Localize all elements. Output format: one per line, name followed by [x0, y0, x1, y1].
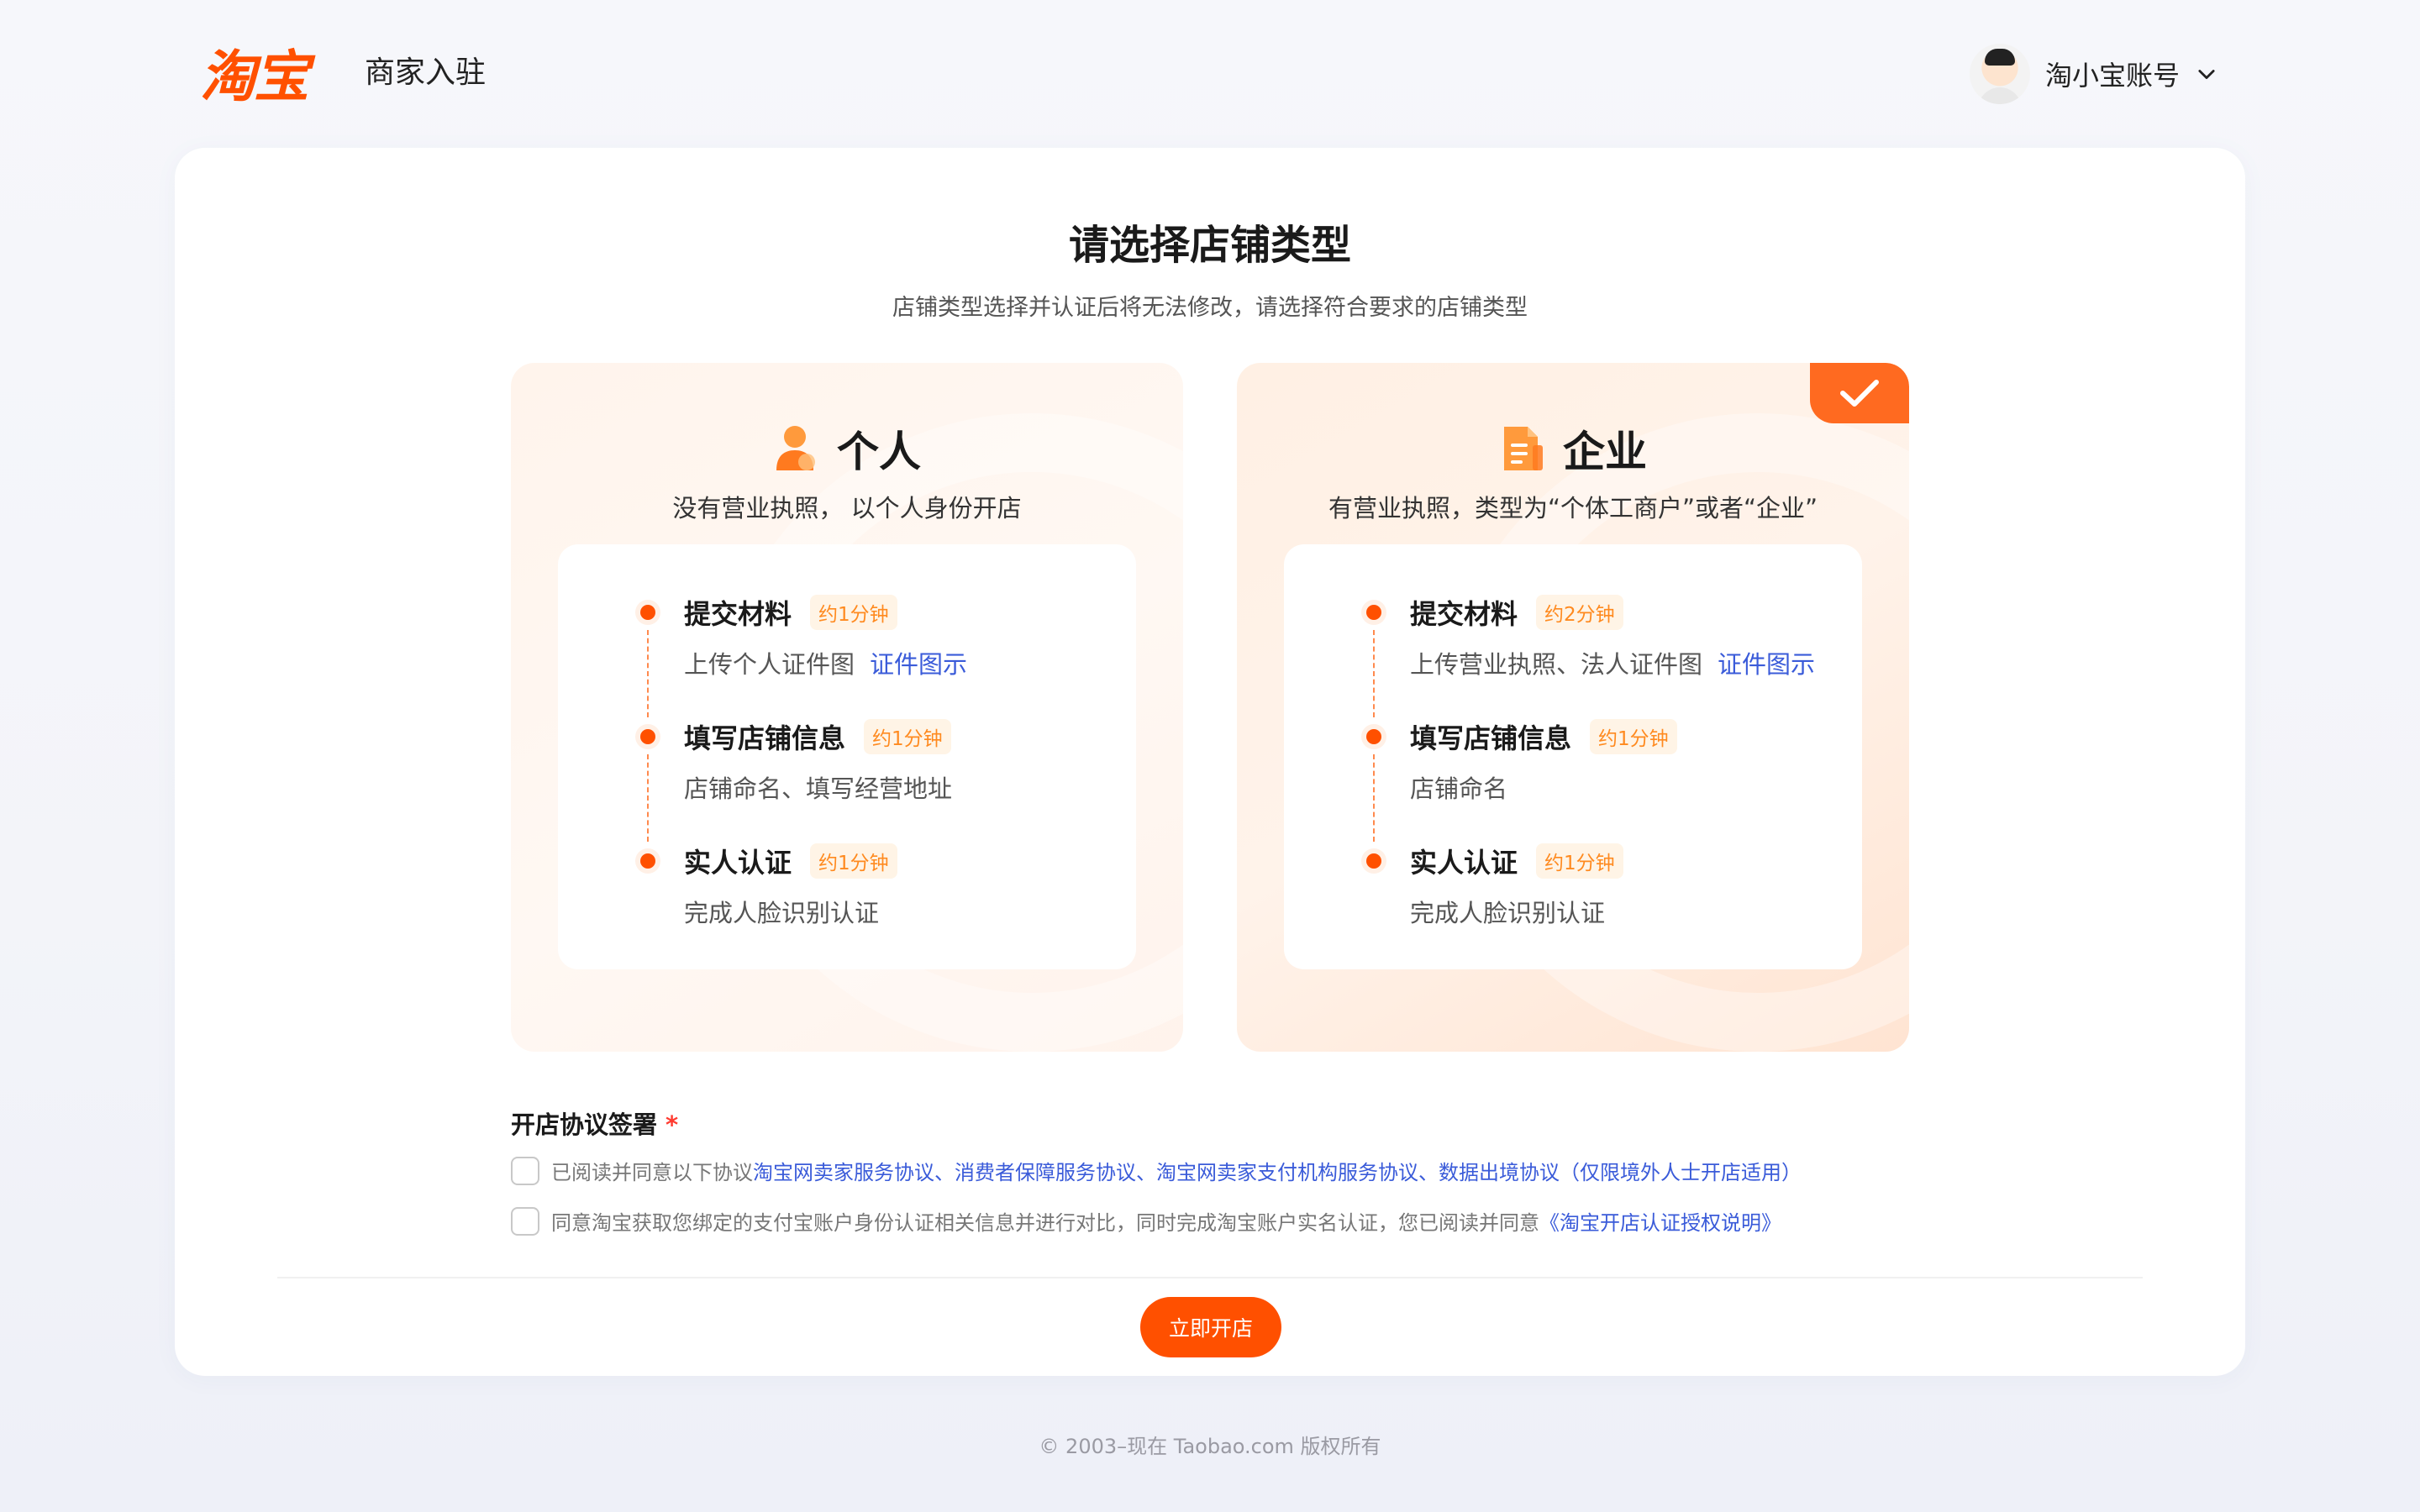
type-description: 没有营业执照， 以个人身份开店 — [672, 494, 1022, 522]
agreement-title-text: 开店协议签署 — [511, 1110, 658, 1139]
account-name: 淘小宝账号 — [2044, 60, 2180, 92]
store-type-enterprise-card[interactable]: 企业 有营业执照，类型为“个体工商户”或者“企业” 提交材料 约2分钟 上传营业… — [1237, 363, 1909, 1052]
step-dot — [640, 605, 655, 620]
document-icon — [1504, 427, 1543, 470]
authorization-link[interactable]: 《淘宝开店认证授权说明》 — [1539, 1211, 1781, 1235]
step-description: 完成人脸识别认证 — [1410, 899, 1606, 927]
agreement-section-title: 开店协议签署 * — [511, 1105, 678, 1141]
certificate-example-link[interactable]: 证件图示 — [1718, 650, 1815, 679]
step-item: 填写店铺信息 约1分钟 店铺命名 — [1366, 716, 1677, 842]
main-card — [175, 148, 2245, 1376]
step-time-badge: 约1分钟 — [864, 719, 951, 754]
page-title: 请选择店铺类型 — [1068, 222, 1351, 269]
step-description: 完成人脸识别认证 — [684, 899, 880, 927]
taobao-logo[interactable]: 淘宝 — [200, 39, 309, 109]
step-time-badge: 约1分钟 — [1536, 843, 1623, 879]
check-icon — [1840, 380, 1879, 407]
avatar — [1969, 44, 2030, 104]
step-title: 提交材料 — [684, 598, 792, 630]
agreement-links[interactable]: 淘宝网卖家服务协议、消费者保障服务协议、淘宝网卖家支付机构服务协议、数据出境协议… — [753, 1161, 1802, 1184]
agreement-row-2: 同意淘宝获取您绑定的支付宝账户身份认证相关信息并进行对比，同时完成淘宝账户实名认… — [511, 1206, 1781, 1236]
step-dot — [1366, 729, 1381, 744]
step-title: 填写店铺信息 — [1410, 722, 1572, 754]
step-time-badge: 约1分钟 — [810, 595, 897, 630]
type-title: 企业 — [1563, 428, 1647, 476]
open-store-button[interactable]: 立即开店 — [1140, 1297, 1281, 1357]
step-connector — [647, 630, 649, 717]
selected-badge — [1810, 363, 1909, 423]
step-time-badge: 约1分钟 — [1590, 719, 1677, 754]
authorization-text: 同意淘宝获取您绑定的支付宝账户身份认证相关信息并进行对比，同时完成淘宝账户实名认… — [551, 1211, 1539, 1235]
steps-box: 提交材料 约2分钟 上传营业执照、法人证件图 证件图示 填写店铺信息 约1分钟 店… — [1284, 544, 1862, 969]
step-item: 实人认证 约1分钟 完成人脸识别认证 — [1366, 840, 1623, 929]
step-time-badge: 约1分钟 — [810, 843, 897, 879]
type-header: 企业 — [1237, 418, 1909, 479]
step-title: 实人认证 — [1410, 847, 1518, 879]
header: 淘宝 商家入驻 淘小宝账号 — [0, 0, 2420, 148]
chevron-down-icon — [2198, 70, 2215, 80]
logo-text: 淘宝 — [200, 45, 309, 109]
agreement-text: 已阅读并同意以下协议 — [551, 1161, 753, 1184]
step-connector — [1373, 630, 1375, 717]
agreement-row-1: 已阅读并同意以下协议淘宝网卖家服务协议、消费者保障服务协议、淘宝网卖家支付机构服… — [511, 1156, 1802, 1185]
step-title: 实人认证 — [684, 847, 792, 879]
step-description: 店铺命名 — [1410, 774, 1508, 803]
divider — [277, 1277, 2143, 1278]
step-time-badge: 约2分钟 — [1536, 595, 1623, 630]
store-type-personal-card[interactable]: 个人 没有营业执照， 以个人身份开店 提交材料 约1分钟 上传个人证件图 证件图示… — [511, 363, 1183, 1052]
step-dot — [1366, 853, 1381, 869]
type-header: 个人 — [511, 418, 1183, 479]
step-dot — [640, 853, 655, 869]
steps-box: 提交材料 约1分钟 上传个人证件图 证件图示 填写店铺信息 约1分钟 店铺命名、填… — [558, 544, 1136, 969]
type-title: 个人 — [837, 428, 921, 476]
page-description: 店铺类型选择并认证后将无法修改，请选择符合要求的店铺类型 — [892, 295, 1528, 321]
step-dot — [640, 729, 655, 744]
authorization-checkbox[interactable] — [511, 1206, 539, 1236]
step-description: 店铺命名、填写经营地址 — [684, 774, 953, 803]
type-description: 有营业执照，类型为“个体工商户”或者“企业” — [1328, 494, 1818, 522]
step-connector — [647, 754, 649, 842]
step-item: 提交材料 约2分钟 上传营业执照、法人证件图 证件图示 — [1366, 591, 1815, 717]
required-mark: * — [666, 1110, 679, 1139]
step-item: 提交材料 约1分钟 上传个人证件图 证件图示 — [640, 591, 967, 717]
step-item: 填写店铺信息 约1分钟 店铺命名、填写经营地址 — [640, 716, 953, 842]
agreement-checkbox[interactable] — [511, 1156, 539, 1185]
person-icon — [776, 426, 815, 470]
step-description: 上传个人证件图 — [684, 650, 855, 679]
certificate-example-link[interactable]: 证件图示 — [870, 650, 967, 679]
step-description: 上传营业执照、法人证件图 — [1410, 650, 1703, 679]
account-menu[interactable]: 淘小宝账号 — [1969, 40, 2218, 108]
step-item: 实人认证 约1分钟 完成人脸识别认证 — [640, 840, 897, 929]
footer-copyright: © 2003–现在 Taobao.com 版权所有 — [1039, 1435, 1381, 1458]
step-dot — [1366, 605, 1381, 620]
step-connector — [1373, 754, 1375, 842]
step-title: 提交材料 — [1410, 598, 1518, 630]
page-subtitle: 商家入驻 — [365, 55, 487, 90]
step-title: 填写店铺信息 — [684, 722, 846, 754]
